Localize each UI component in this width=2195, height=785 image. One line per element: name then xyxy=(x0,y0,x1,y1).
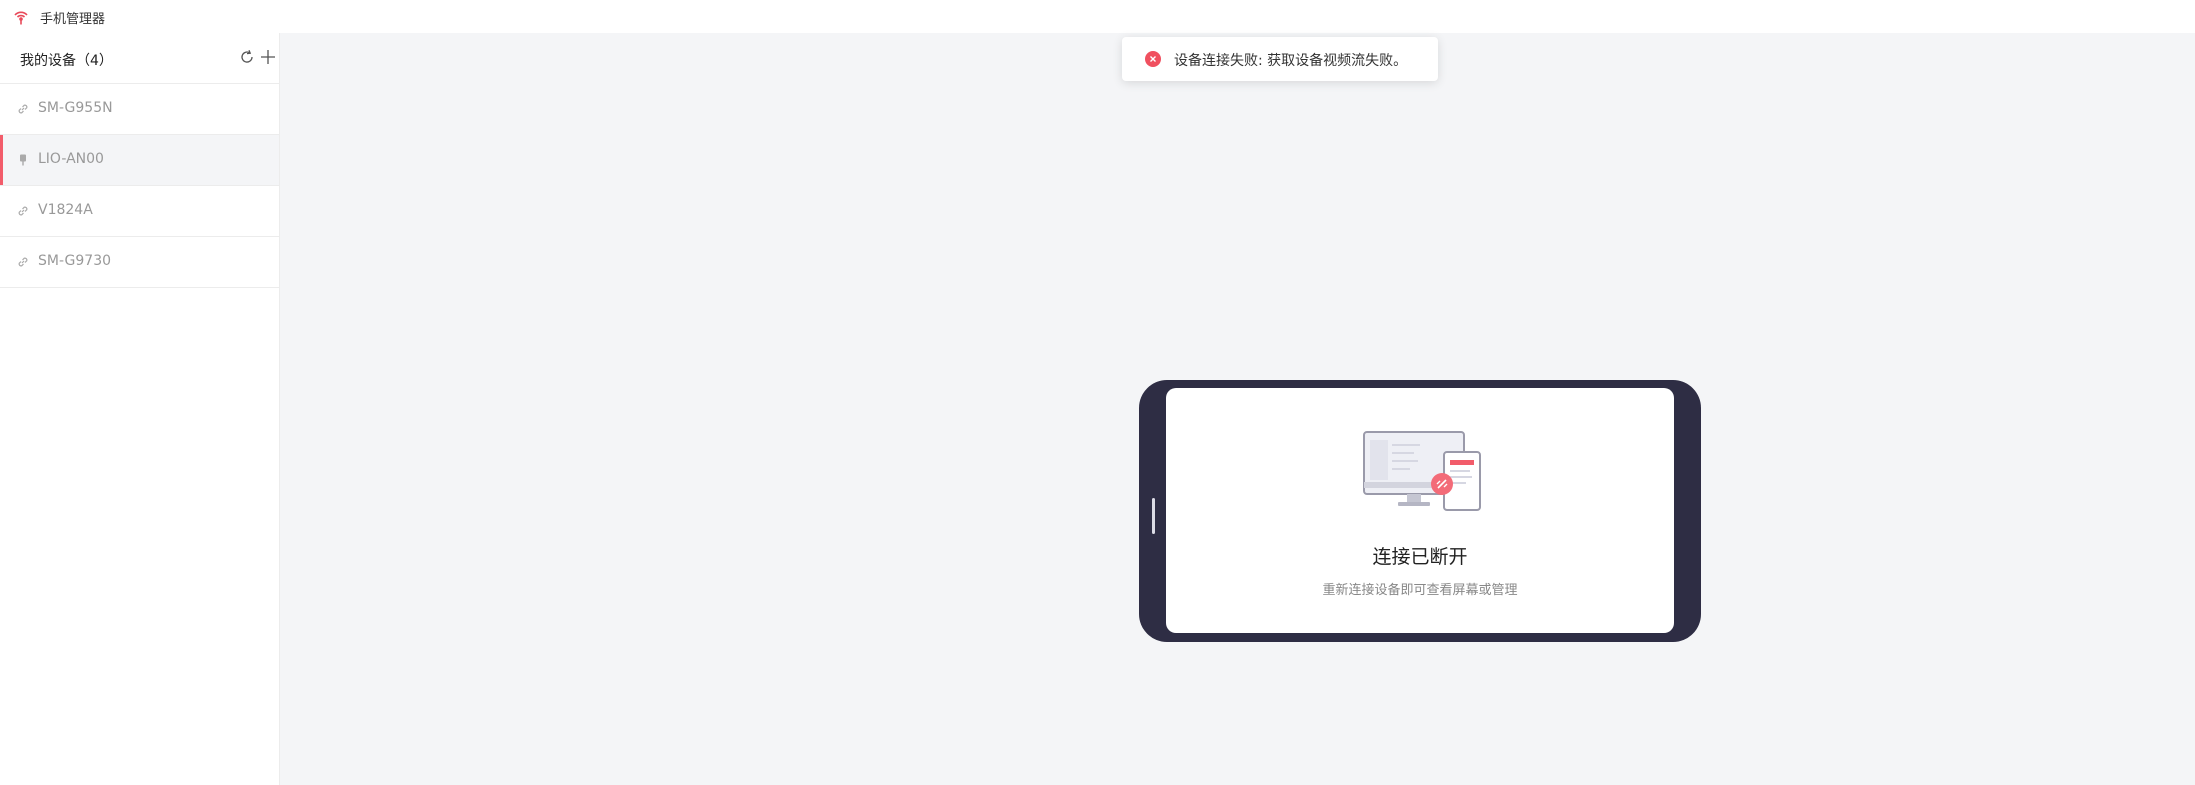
device-label: V1824A xyxy=(38,202,93,218)
title-bar: 手机管理器 xyxy=(0,0,2195,33)
phone-side-button xyxy=(1152,498,1155,534)
link-icon xyxy=(18,206,28,216)
device-label: SM-G9730 xyxy=(38,253,112,269)
add-device-button[interactable] xyxy=(258,47,278,67)
device-sidebar: 我的设备（4） SM-G955N LIO-AN00 V1824A SM-G973… xyxy=(0,33,280,785)
sidebar-header: 我的设备（4） xyxy=(0,33,279,84)
device-item-sm-g955n[interactable]: SM-G955N xyxy=(0,84,279,135)
error-toast: 设备连接失败: 获取设备视频流失败。 xyxy=(1122,37,1438,81)
app-title: 手机管理器 xyxy=(40,12,106,27)
disconnected-illustration-icon xyxy=(1363,431,1481,511)
toast-message: 设备连接失败: 获取设备视频流失败。 xyxy=(1174,53,1408,69)
device-list-title: 我的设备（4） xyxy=(20,53,113,69)
link-icon xyxy=(18,104,28,114)
refresh-icon xyxy=(241,49,253,63)
device-label: SM-G955N xyxy=(38,100,113,116)
error-icon xyxy=(1145,51,1161,67)
device-item-v1824a[interactable]: V1824A xyxy=(0,186,279,237)
phone-frame: 连接已断开 重新连接设备即可查看屏幕或管理 xyxy=(1139,380,1701,642)
disconnected-title: 连接已断开 xyxy=(1372,546,1468,568)
disconnected-subtitle: 重新连接设备即可查看屏幕或管理 xyxy=(1322,583,1518,598)
device-item-lio-an00[interactable]: LIO-AN00 xyxy=(0,135,279,186)
link-icon xyxy=(18,257,28,267)
device-label: LIO-AN00 xyxy=(38,151,104,167)
refresh-button[interactable] xyxy=(237,47,257,67)
usb-icon xyxy=(20,154,26,166)
phone-screen: 连接已断开 重新连接设备即可查看屏幕或管理 xyxy=(1166,388,1674,633)
device-item-sm-g9730[interactable]: SM-G9730 xyxy=(0,237,279,288)
app-logo-icon xyxy=(14,11,28,25)
plus-icon xyxy=(261,50,275,64)
